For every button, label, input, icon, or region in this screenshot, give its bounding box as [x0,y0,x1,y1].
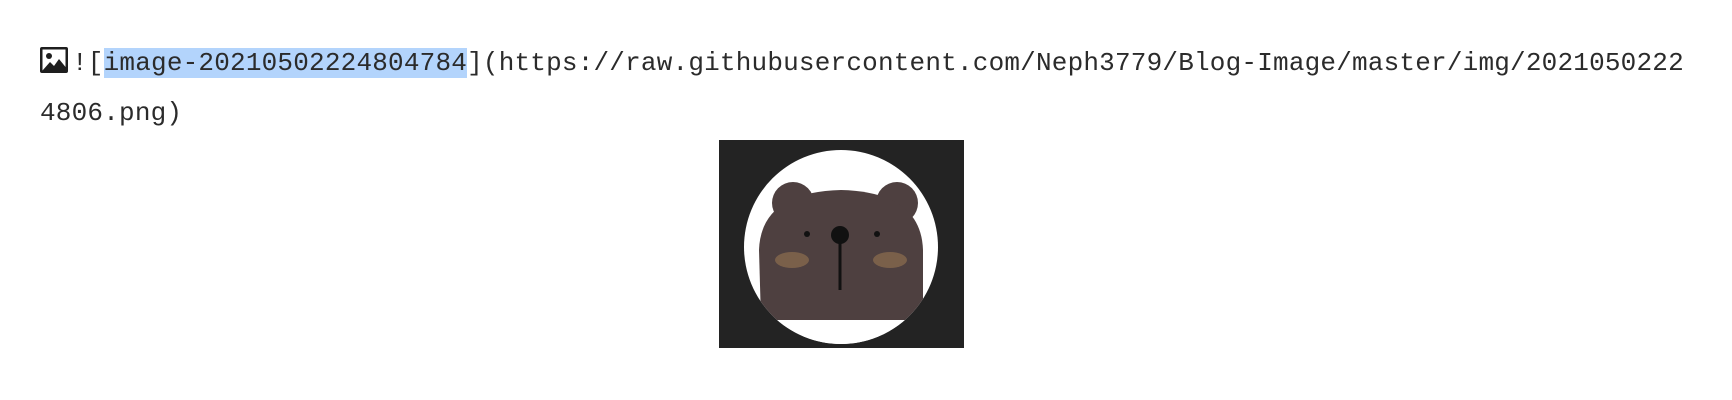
bear-avatar-image [719,140,964,348]
image-icon[interactable] [40,41,68,73]
markdown-image-prefix: ![ [72,48,104,78]
image-url-part-1[interactable]: https://raw.githubusercontent.com/Neph37… [499,48,1526,78]
image-markdown-source[interactable]: ![image-20210502224804784](https://raw.g… [40,38,1690,138]
image-preview[interactable] [719,140,964,348]
selected-alt-text[interactable]: image-20210502224804784 [103,48,468,78]
markdown-url-close: ) [166,98,183,128]
markdown-url-open: ]( [467,48,499,78]
